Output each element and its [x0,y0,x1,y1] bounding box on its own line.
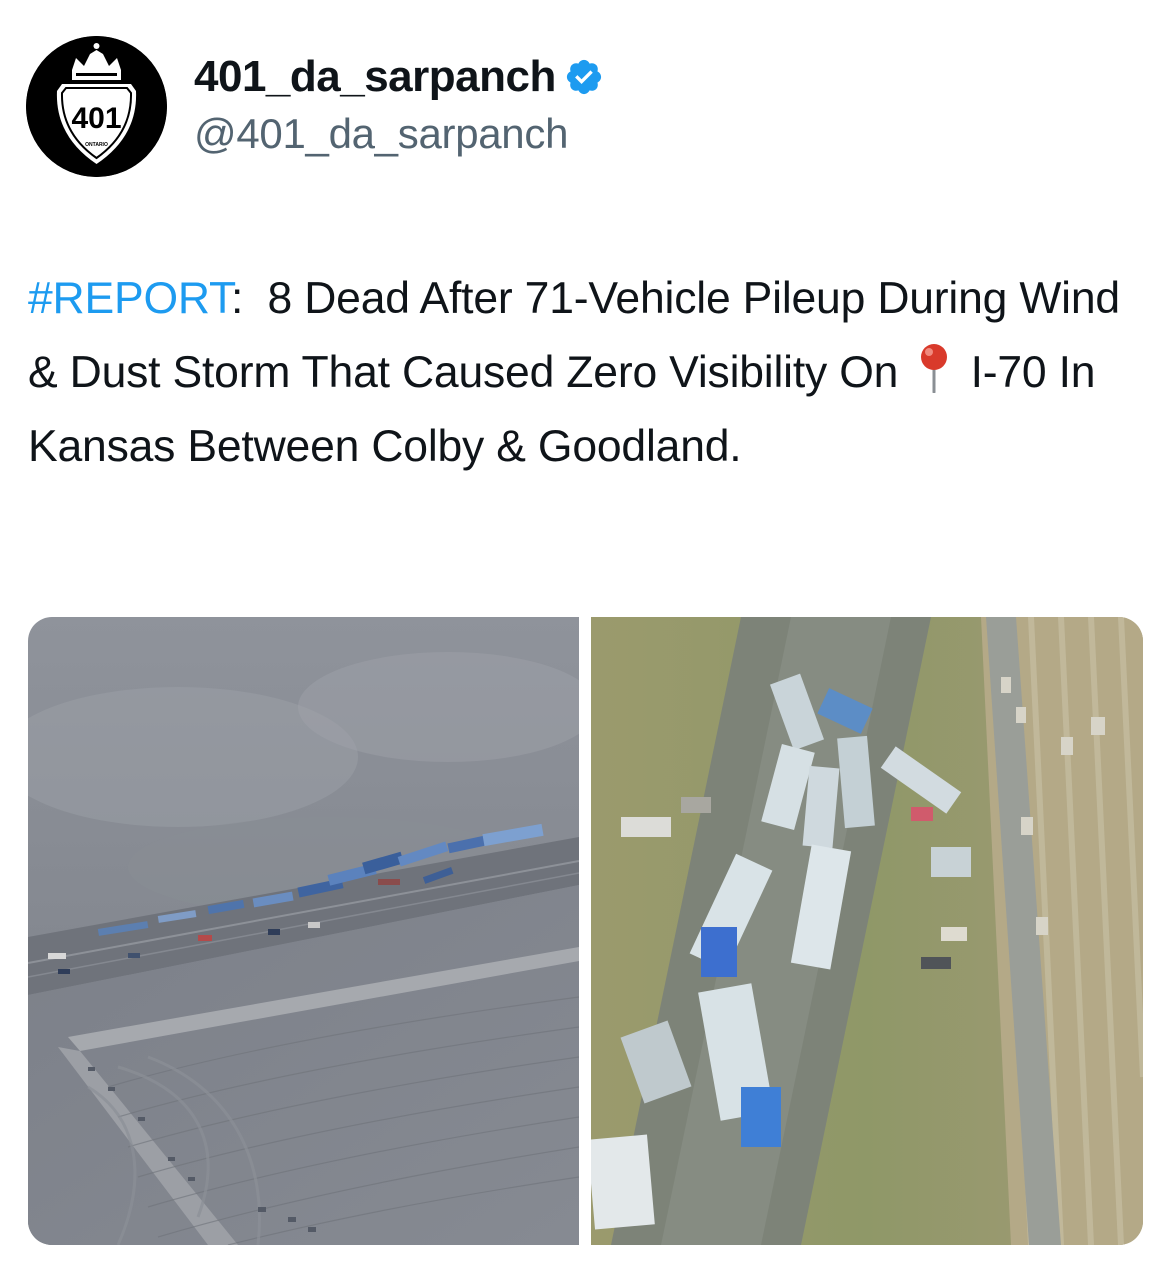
tweet-header: 401 ONTARIO 401_da_sarpanch @401_da_sarp… [26,36,1126,181]
avatar-sign-region: ONTARIO [85,142,108,148]
highway-shield-icon: 401 ONTARIO [26,36,167,177]
display-name-row: 401_da_sarpanch [194,50,604,104]
avatar-sign-number: 401 [71,102,121,135]
author-names: 401_da_sarpanch @401_da_sarpanch [194,50,604,158]
author-handle[interactable]: @401_da_sarpanch [194,110,604,158]
display-name[interactable]: 401_da_sarpanch [194,52,556,102]
verified-badge-icon[interactable] [564,57,604,97]
round-pushpin-icon [914,342,954,394]
hashtag-link[interactable]: #REPORT [28,274,231,323]
aerial-photo-field-pileup[interactable] [28,617,579,1245]
tweet-text: #REPORT: 8 Dead After 71-Vehicle Pileup … [28,262,1143,484]
avatar[interactable]: 401 ONTARIO [26,36,167,177]
aerial-photo-highway-trucks[interactable] [591,617,1143,1245]
media-grid [28,617,1143,1245]
